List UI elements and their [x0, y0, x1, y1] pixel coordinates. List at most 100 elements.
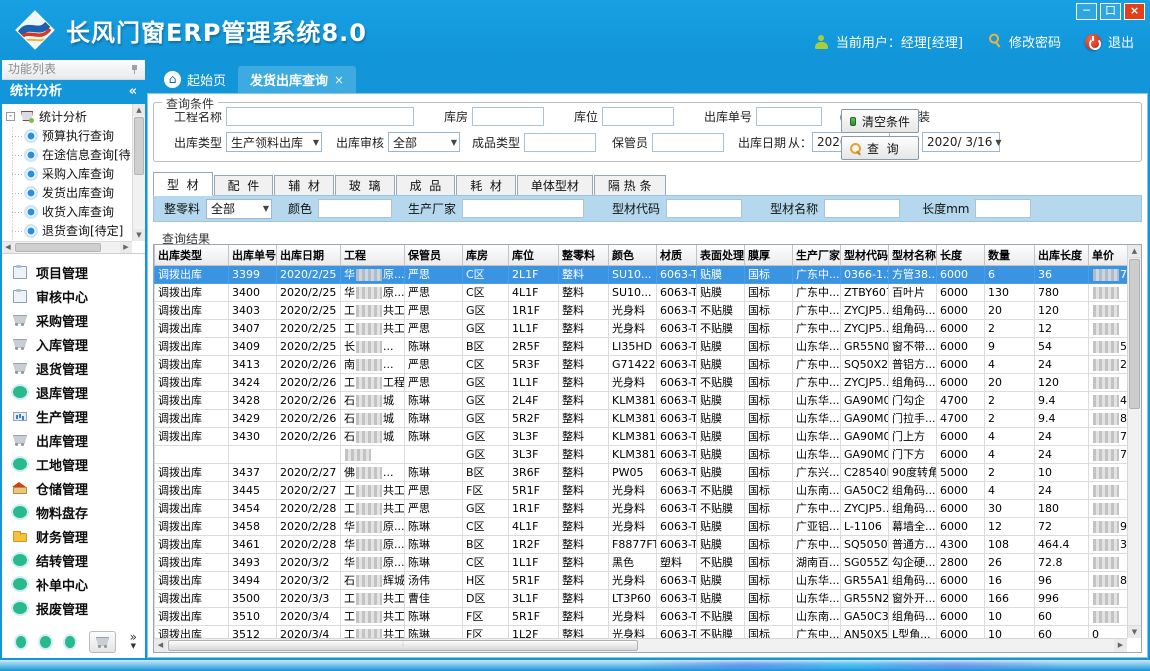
- logout-link[interactable]: 退出: [1108, 32, 1134, 51]
- column-header[interactable]: 颜色: [609, 245, 657, 265]
- table-row[interactable]: 调拨出库34932020/3/2华原...陈琳C区1L1F整料黑色塑料不贴膜国标…: [155, 553, 1128, 571]
- sidebar-menu-item[interactable]: 入库管理: [2, 332, 145, 356]
- column-header[interactable]: 出库单号: [229, 245, 277, 265]
- table-row[interactable]: 调拨出库34092020/2/25长...陈琳B区2R5F整料LI35HD606…: [155, 337, 1128, 355]
- table-row[interactable]: 调拨出库34612020/2/28华原...陈琳B区1R2F整料F8877FT6…: [155, 535, 1128, 553]
- table-row[interactable]: 调拨出库34292020/2/26石城陈琳G区5R2F整料KLM38176063…: [155, 409, 1128, 427]
- material-tab[interactable]: 配 件: [214, 175, 274, 196]
- column-header[interactable]: 库房: [463, 245, 509, 265]
- scroll-right-icon[interactable]: ▶: [1114, 639, 1127, 652]
- material-tab[interactable]: 隔 热 条: [594, 175, 666, 196]
- date-to-select[interactable]: 2020/ 3/16▼: [922, 132, 1000, 152]
- dot-icon[interactable]: [40, 636, 50, 648]
- material-tab[interactable]: 成 品: [396, 175, 456, 196]
- column-header[interactable]: 膜厚: [745, 245, 793, 265]
- column-header[interactable]: 工程: [341, 245, 405, 265]
- material-tab[interactable]: 玻 璃: [335, 175, 395, 196]
- column-header[interactable]: 长度: [937, 245, 985, 265]
- audit-select[interactable]: 全部▼: [388, 132, 460, 152]
- sidebar-menu-item[interactable]: 结转管理: [2, 548, 145, 572]
- material-tab[interactable]: 单体型材: [517, 175, 593, 196]
- profile-code-input[interactable]: [666, 199, 742, 218]
- table-row[interactable]: 调拨出库33992020/2/25华原...严思C区2L1F整料SU10...6…: [155, 265, 1128, 283]
- column-header[interactable]: 单价: [1089, 245, 1128, 265]
- table-row[interactable]: 调拨出库35122020/3/4工共工程陈琳F区1L2F整料光身料6063-T5…: [155, 625, 1128, 638]
- scroll-left-icon[interactable]: ◀: [154, 639, 167, 652]
- material-tab[interactable]: 型 材: [153, 172, 213, 196]
- search-button[interactable]: 查 询: [841, 136, 919, 160]
- tree-root-statistics[interactable]: - 统计分析: [6, 107, 130, 126]
- column-header[interactable]: 出库长度: [1035, 245, 1089, 265]
- sidebar-menu-item[interactable]: 采购管理: [2, 308, 145, 332]
- scrollbar-thumb[interactable]: [134, 117, 144, 175]
- tab-close-icon[interactable]: ×: [334, 73, 344, 87]
- length-input[interactable]: [975, 199, 1031, 218]
- sidebar-menu-item[interactable]: 退货管理: [2, 356, 145, 380]
- tree-item[interactable]: 采购入库查询: [12, 164, 130, 183]
- sidebar-menu-item[interactable]: 物料盘存: [2, 500, 145, 524]
- scrollbar-thumb[interactable]: [1129, 259, 1140, 409]
- sidebar-menu-item[interactable]: 报废管理: [2, 596, 145, 620]
- column-header[interactable]: 材质: [657, 245, 697, 265]
- clear-conditions-button[interactable]: 清空条件: [841, 109, 919, 133]
- tree-vertical-scrollbar[interactable]: ▲ ▼: [132, 104, 145, 241]
- sidebar-menu-item[interactable]: 出库管理: [2, 428, 145, 452]
- scrollbar-thumb[interactable]: [168, 640, 638, 651]
- location-input[interactable]: [602, 107, 674, 126]
- table-row[interactable]: 调拨出库34032020/2/25工共工程严思G区1R1F整料光身料6063-T…: [155, 301, 1128, 319]
- material-tab[interactable]: 耗 材: [456, 175, 516, 196]
- column-header[interactable]: 出库日期: [277, 245, 341, 265]
- scroll-right-icon[interactable]: ▶: [120, 242, 132, 253]
- sidebar-menu-item[interactable]: 退库管理: [2, 380, 145, 404]
- tree-item[interactable]: 收货入库查询: [12, 202, 130, 221]
- column-header[interactable]: 型材代码: [841, 245, 889, 265]
- product-type-input[interactable]: [524, 133, 596, 152]
- pin-icon[interactable]: [130, 64, 139, 75]
- table-row[interactable]: 调拨出库34372020/2/27佛...陈琳B区3R6F整料PW056063-…: [155, 463, 1128, 481]
- outbound-type-select[interactable]: 生产领料出库▼: [226, 132, 322, 152]
- cart-button[interactable]: [89, 631, 115, 653]
- scroll-up-icon[interactable]: ▲: [1128, 245, 1141, 258]
- column-header[interactable]: 库位: [509, 245, 559, 265]
- sidebar-menu-item[interactable]: 生产管理: [2, 404, 145, 428]
- table-row[interactable]: 调拨出库34132020/2/26南...严思C区5R3F整料G71422606…: [155, 355, 1128, 373]
- maximize-button[interactable]: 口: [1100, 3, 1121, 20]
- column-header[interactable]: 整零料: [559, 245, 609, 265]
- sidebar-menu-item[interactable]: 项目管理: [2, 260, 145, 284]
- table-row[interactable]: 调拨出库34242020/2/26工工程严思G区1L1F整料光身料6063-T5…: [155, 373, 1128, 391]
- manufacturer-input[interactable]: [462, 199, 584, 218]
- document-tab[interactable]: ⌂ 起始页: [152, 66, 238, 93]
- tree-horizontal-scrollbar[interactable]: ◀ ▶: [2, 241, 132, 253]
- dot-icon[interactable]: [16, 636, 26, 648]
- scroll-down-icon[interactable]: ▼: [133, 229, 145, 241]
- column-header[interactable]: 生产厂家: [793, 245, 841, 265]
- dot-icon[interactable]: [65, 636, 75, 648]
- table-row[interactable]: 调拨出库34302020/2/26石城陈琳G区3L3F整料KLM38176063…: [155, 427, 1128, 445]
- column-header[interactable]: 出库类型: [155, 245, 229, 265]
- sidebar-menu-item[interactable]: 工地管理: [2, 452, 145, 476]
- section-header-statistics[interactable]: 统计分析 «: [2, 80, 145, 104]
- sidebar-menu-item[interactable]: 审核中心: [2, 284, 145, 308]
- tree-item[interactable]: 发货出库查询: [12, 183, 130, 202]
- results-table[interactable]: 出库类型出库单号出库日期工程保管员库房库位整零料颜色材质表面处理膜厚生产厂家型材…: [154, 245, 1127, 638]
- table-row[interactable]: 调拨出库34942020/3/2石辉城汤伟H区5R1F整料光身料6063-T5贴…: [155, 571, 1128, 589]
- more-menus-chevron[interactable]: » ▼: [130, 633, 137, 651]
- tree-item[interactable]: 退货查询[待定]: [12, 221, 130, 240]
- collapse-icon[interactable]: «: [129, 80, 137, 104]
- table-row[interactable]: 调拨出库34452020/2/27工共工程严思F区5R1F整料光身料6063-T…: [155, 481, 1128, 499]
- scroll-down-icon[interactable]: ▼: [1128, 625, 1141, 638]
- column-header[interactable]: 表面处理: [697, 245, 745, 265]
- table-row[interactable]: 调拨出库35002020/3/3工共工程曹佳D区3L1F整料LT3P606063…: [155, 589, 1128, 607]
- tree-item[interactable]: 在途信息查询[待: [12, 145, 130, 164]
- material-tab[interactable]: 辅 材: [274, 175, 334, 196]
- sidebar-menu-item[interactable]: 仓储管理: [2, 476, 145, 500]
- table-row[interactable]: 调拨出库35102020/3/4工共工程陈琳F区5R1F整料光身料6063-T5…: [155, 607, 1128, 625]
- column-header[interactable]: 型材名称: [889, 245, 937, 265]
- scrollbar-thumb[interactable]: [15, 243, 101, 252]
- table-row[interactable]: 调拨出库34002020/2/25华原...严思C区4L1F整料SU10...6…: [155, 283, 1128, 301]
- keeper-input[interactable]: [652, 133, 724, 152]
- table-row[interactable]: 调拨出库34282020/2/26石城陈琳G区2L4F整料KLM38176063…: [155, 391, 1128, 409]
- tree-expander-icon[interactable]: -: [6, 112, 15, 121]
- whole-piece-select[interactable]: 全部▼: [206, 199, 272, 219]
- results-vertical-scrollbar[interactable]: ▲ ▼: [1127, 245, 1141, 638]
